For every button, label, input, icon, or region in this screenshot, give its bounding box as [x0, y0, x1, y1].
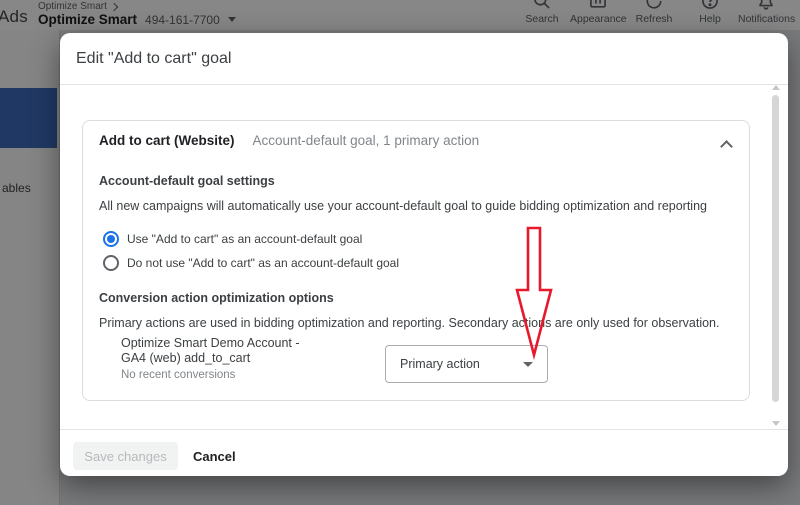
- dropdown-selected-value: Primary action: [400, 357, 480, 371]
- goal-card: Add to cart (Website) Account-default go…: [82, 120, 750, 401]
- optimization-heading: Conversion action optimization options: [99, 291, 334, 305]
- scrollbar-thumb[interactable]: [772, 95, 779, 402]
- scrollbar-down-icon[interactable]: [772, 421, 780, 426]
- radio-unselected-icon[interactable]: [103, 255, 119, 271]
- title-divider: [60, 84, 788, 85]
- radio-use-default-goal[interactable]: Use "Add to cart" as an account-default …: [103, 231, 362, 247]
- action-type-dropdown[interactable]: Primary action: [385, 345, 548, 383]
- scrollbar-up-icon[interactable]: [772, 85, 780, 90]
- conversion-status: No recent conversions: [121, 369, 236, 381]
- footer-divider: [60, 429, 788, 430]
- dropdown-caret-icon: [523, 361, 533, 367]
- conversion-action-name: Optimize Smart Demo Account - GA4 (web) …: [121, 336, 300, 366]
- radio-selected-icon[interactable]: [103, 231, 119, 247]
- dialog-title: Edit "Add to cart" goal: [76, 50, 232, 67]
- settings-description: All new campaigns will automatically use…: [99, 199, 707, 213]
- cancel-button[interactable]: Cancel: [193, 442, 236, 470]
- optimization-description: Primary actions are used in bidding opti…: [99, 316, 720, 330]
- radio-do-not-use-default-goal[interactable]: Do not use "Add to cart" as an account-d…: [103, 255, 399, 271]
- goal-card-header: Add to cart (Website) Account-default go…: [99, 133, 479, 148]
- radio-label: Do not use "Add to cart" as an account-d…: [127, 256, 400, 270]
- radio-label: Use "Add to cart" as an account-default …: [127, 232, 363, 246]
- goal-card-title: Add to cart (Website): [99, 133, 235, 148]
- goal-card-subtitle: Account-default goal, 1 primary action: [252, 133, 480, 148]
- save-changes-button[interactable]: Save changes: [73, 442, 178, 470]
- conversion-name-line2: GA4 (web) add_to_cart: [121, 351, 251, 365]
- collapse-chevron-up-icon[interactable]: [720, 140, 733, 153]
- edit-goal-dialog: Edit "Add to cart" goal Add to cart (Web…: [60, 33, 788, 476]
- settings-heading: Account-default goal settings: [99, 174, 275, 188]
- conversion-name-line1: Optimize Smart Demo Account -: [121, 336, 300, 350]
